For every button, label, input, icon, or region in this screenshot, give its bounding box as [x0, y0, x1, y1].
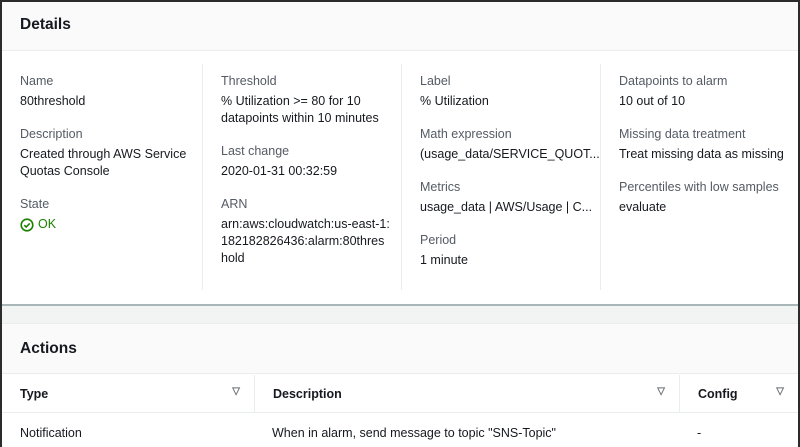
details-title: Details	[20, 16, 71, 33]
state-value: OK	[20, 216, 202, 233]
percentiles-value: evaluate	[619, 200, 667, 214]
missing-data-label: Missing data treatment	[619, 127, 746, 141]
metrics-label: Metrics	[420, 180, 461, 194]
check-circle-icon	[20, 217, 34, 232]
sort-icon[interactable]: ▽	[657, 386, 665, 397]
details-column-4: Datapoints to alarm 10 out of 10 Missing…	[600, 64, 798, 290]
arn-value: arn:aws:cloudwatch:us-east-1:18218282643…	[221, 217, 390, 265]
details-panel: Details Name 80threshold Description Cre…	[2, 2, 798, 306]
threshold-value: % Utilization >= 80 for 10 datapoints wi…	[221, 94, 379, 125]
label-label: Label	[420, 74, 451, 88]
alarm-details-page: Details Name 80threshold Description Cre…	[0, 0, 800, 447]
missing-data-value: Treat missing data as missing	[619, 147, 784, 161]
details-column-1: Name 80threshold Description Created thr…	[2, 64, 202, 290]
table-header: Type ▽ Description ▽ Config ▽	[2, 375, 798, 413]
description-cell: When in alarm, send message to topic "SN…	[272, 426, 556, 440]
name-label: Name	[20, 74, 54, 88]
period-label: Period	[420, 233, 457, 247]
arn-label: ARN	[221, 197, 248, 211]
name-value: 80threshold	[20, 94, 86, 108]
column-header-description[interactable]: Description ▽	[254, 375, 679, 413]
period-value: 1 minute	[420, 253, 468, 267]
config-cell: -	[697, 426, 702, 440]
column-header-config[interactable]: Config ▽	[679, 375, 798, 413]
last-change-value: 2020-01-31 00:32:59	[221, 164, 338, 178]
last-change-label: Last change	[221, 144, 290, 158]
math-expression-label: Math expression	[420, 127, 512, 141]
details-column-3: Label % Utilization Math expression (usa…	[401, 64, 600, 290]
datapoints-label: Datapoints to alarm	[619, 74, 728, 88]
sort-icon[interactable]: ▽	[232, 386, 240, 397]
header-label: Type	[20, 387, 49, 401]
sort-icon[interactable]: ▽	[776, 386, 784, 397]
state-text: OK	[38, 217, 57, 231]
details-column-2: Threshold % Utilization >= 80 for 10 dat…	[202, 64, 401, 290]
actions-panel: Actions Type ▽ Description ▽ Config ▽ Notif…	[2, 323, 798, 447]
label-value: % Utilization	[420, 94, 489, 108]
math-expression-value: (usage_data/SERVICE_QUOT...	[420, 147, 600, 161]
table-row: Notification When in alarm, send message…	[2, 414, 798, 447]
type-cell: Notification	[20, 426, 82, 440]
percentiles-label: Percentiles with low samples	[619, 180, 779, 194]
state-label: State	[20, 197, 50, 211]
header-label: Config	[698, 387, 738, 401]
description-value: Created through AWS Service Quotas Conso…	[20, 147, 187, 178]
description-label: Description	[20, 127, 83, 141]
header-label: Description	[273, 387, 342, 401]
actions-title: Actions	[20, 340, 77, 357]
datapoints-value: 10 out of 10	[619, 94, 686, 108]
threshold-label: Threshold	[221, 74, 277, 88]
column-header-type[interactable]: Type ▽	[2, 375, 254, 413]
metrics-value: usage_data | AWS/Usage | C...	[420, 200, 593, 214]
